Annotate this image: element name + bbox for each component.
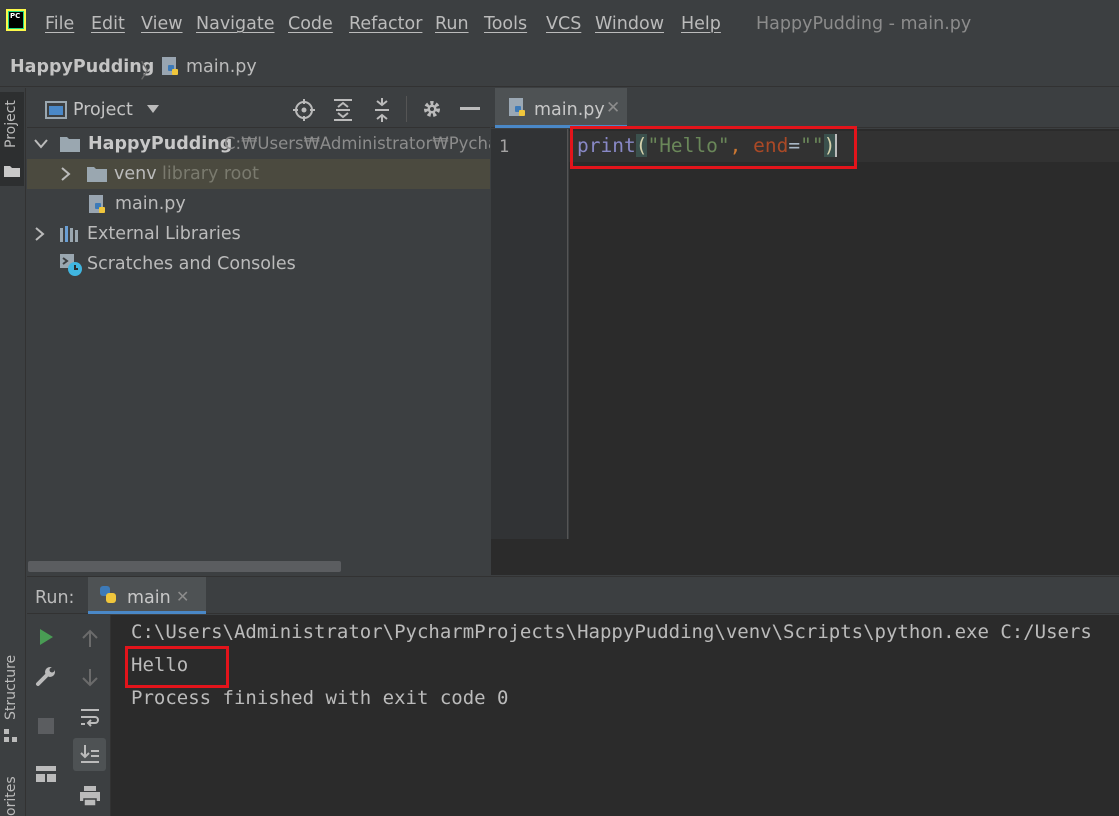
folder-icon <box>87 167 107 182</box>
chevron-down-icon[interactable] <box>34 138 48 150</box>
gear-icon[interactable] <box>421 98 443 120</box>
scroll-to-end-icon <box>80 745 99 763</box>
editor-empty-area <box>491 539 1119 575</box>
layout-icon[interactable] <box>35 764 57 784</box>
library-icon <box>60 226 78 242</box>
console-exit-line: Process finished with exit code 0 <box>131 687 509 709</box>
toolbar-divider <box>406 96 407 122</box>
menu-file[interactable]: File <box>45 14 74 34</box>
hide-panel-icon[interactable] <box>459 106 481 112</box>
tree-label-scratches: Scratches and Consoles <box>87 254 296 274</box>
tree-suffix-library-root: library root <box>162 164 259 184</box>
menu-tools[interactable]: Tools <box>484 14 527 34</box>
horizontal-scrollbar[interactable] <box>28 561 341 572</box>
editor-gutter: 1 <box>491 129 568 539</box>
tree-label-venv: venv <box>114 164 157 184</box>
code-editor[interactable] <box>569 129 1119 539</box>
pycharm-logo-icon: PC <box>6 9 26 31</box>
menu-code[interactable]: Code <box>288 14 333 34</box>
structure-icon <box>4 729 17 742</box>
run-tab-main[interactable]: main ✕ <box>88 577 206 614</box>
breadcrumb-separator-icon: 〉 <box>140 59 160 83</box>
folder-icon <box>60 137 80 152</box>
soft-wrap-icon[interactable] <box>79 706 101 728</box>
structure-tool-label: Structure <box>3 654 19 720</box>
line-number: 1 <box>499 137 510 157</box>
expand-all-icon[interactable] <box>332 98 354 122</box>
breadcrumb-project[interactable]: HappyPudding <box>10 57 154 77</box>
tree-item-external-libraries[interactable]: External Libraries <box>27 219 490 249</box>
run-panel-label: Run: <box>35 588 75 608</box>
tree-item-project-root[interactable]: HappyPudding C:₩Users₩Administrator₩Pych… <box>27 129 490 159</box>
chevron-right-icon[interactable] <box>34 227 46 241</box>
tree-label-external-libraries: External Libraries <box>87 224 241 244</box>
stop-icon[interactable] <box>37 717 55 735</box>
tree-label-main-py: main.py <box>115 194 186 214</box>
python-file-icon <box>162 57 178 75</box>
run-play-icon[interactable] <box>38 628 54 646</box>
project-tool-button[interactable]: Project <box>0 92 24 186</box>
logo-text: PC <box>9 12 23 28</box>
favorites-tool-button[interactable]: orites <box>0 770 24 816</box>
folder-icon <box>4 166 20 177</box>
menu-help[interactable]: Help <box>681 14 721 34</box>
project-tool-label: Project <box>3 100 19 148</box>
python-icon <box>100 586 116 603</box>
close-icon[interactable]: ✕ <box>606 98 620 118</box>
structure-tool-button[interactable]: Structure <box>0 650 24 746</box>
arrow-up-icon[interactable] <box>80 628 100 648</box>
collapse-all-icon[interactable] <box>371 98 393 122</box>
highlight-box-code <box>570 126 857 169</box>
print-icon[interactable] <box>79 785 101 807</box>
locate-target-icon[interactable] <box>292 98 316 122</box>
tree-path-project-root: C:₩Users₩Administrator₩Pycharm <box>224 134 490 153</box>
tree-item-main-py[interactable]: main.py <box>27 189 490 219</box>
wrench-icon[interactable] <box>35 665 57 687</box>
menu-window[interactable]: Window <box>595 14 664 34</box>
scroll-to-end-button[interactable] <box>73 738 106 771</box>
console-command-line: C:\Users\Administrator\PycharmProjects\H… <box>131 621 1092 643</box>
tree-item-scratches[interactable]: Scratches and Consoles <box>27 249 490 279</box>
menu-view[interactable]: View <box>141 14 183 34</box>
scratches-icon <box>60 254 82 276</box>
menu-run[interactable]: Run <box>435 14 469 34</box>
highlight-box-output <box>125 646 229 688</box>
favorites-tool-label: orites <box>3 776 19 816</box>
close-icon[interactable]: ✕ <box>176 587 189 606</box>
arrow-down-icon[interactable] <box>80 668 100 688</box>
project-view-icon <box>45 101 67 119</box>
tab-label: main.py <box>534 100 605 120</box>
breadcrumb-file[interactable]: main.py <box>186 57 257 77</box>
menu-edit[interactable]: Edit <box>91 14 125 34</box>
dropdown-arrow-icon[interactable] <box>146 104 160 114</box>
run-tab-label: main <box>127 588 171 608</box>
menu-navigate[interactable]: Navigate <box>196 14 275 34</box>
python-file-icon <box>89 195 105 213</box>
python-file-icon <box>509 98 525 116</box>
project-panel-title[interactable]: Project <box>73 100 133 120</box>
window-title: HappyPudding - main.py <box>756 14 972 34</box>
tree-item-venv[interactable]: venv library root <box>27 159 490 189</box>
tree-label-project-root: HappyPudding <box>88 134 233 154</box>
tab-main-py[interactable]: main.py ✕ <box>495 88 627 128</box>
run-console[interactable] <box>111 615 1119 816</box>
chevron-right-icon[interactable] <box>60 167 72 181</box>
menu-refactor[interactable]: Refactor <box>349 14 422 34</box>
menu-vcs[interactable]: VCS <box>546 14 581 34</box>
